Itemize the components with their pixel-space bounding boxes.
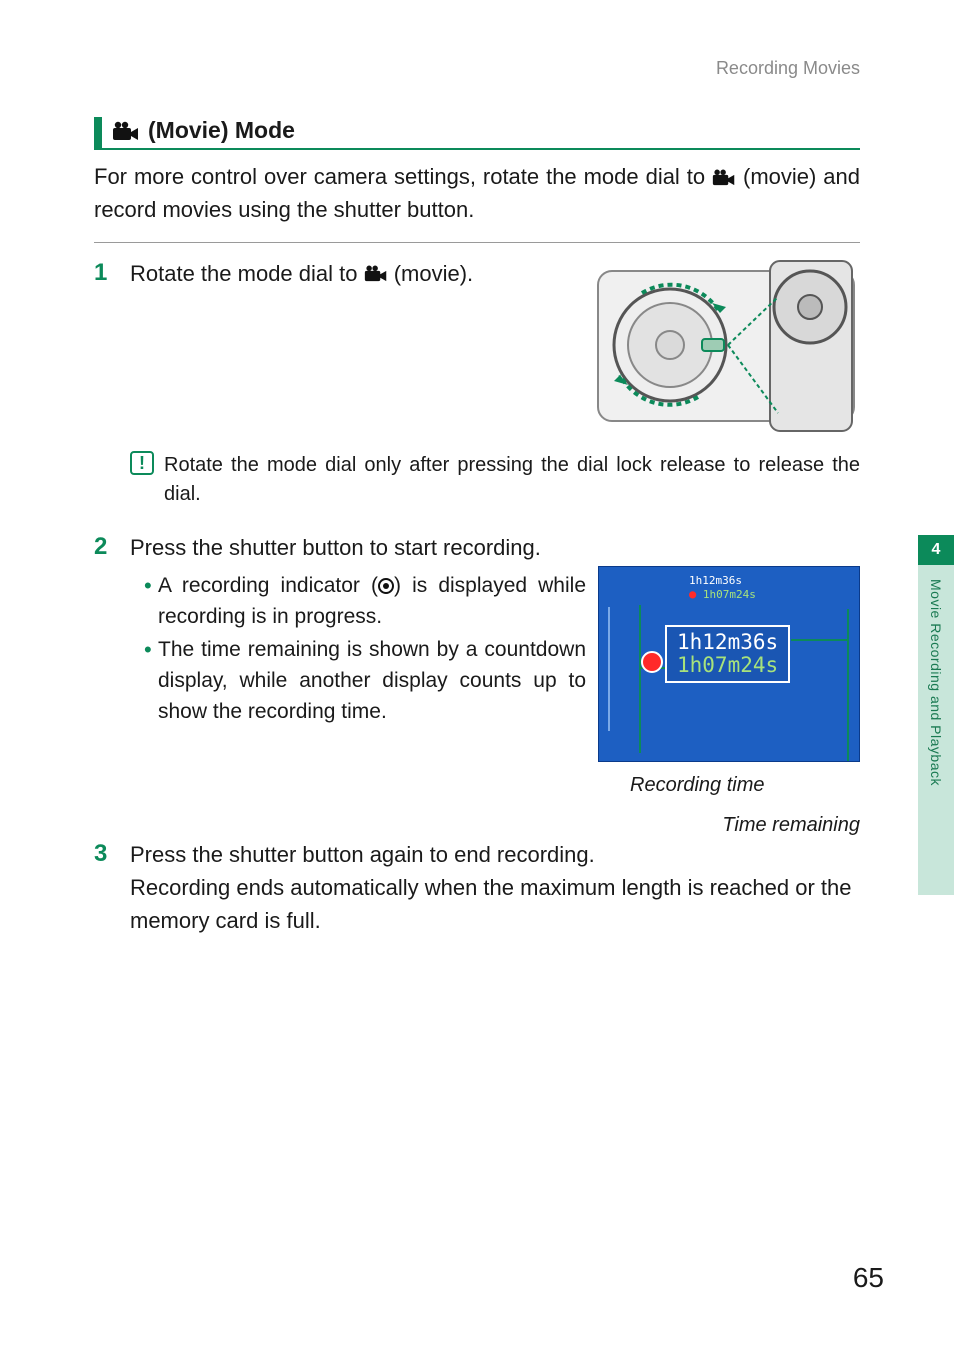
record-indicator-icon [378,578,394,594]
bullet-text: A recording indicator ( [158,574,378,597]
chapter-tab: 4 Movie Recording and Playback [918,535,954,895]
mic-level-meter [604,607,614,731]
time-remaining: 1h07m24s [677,654,778,677]
screen-callout: 1h12m36s 1h07m24s [665,625,790,683]
step2-bullets: A recording indicator () is displayed wh… [130,570,586,727]
movie-icon [364,259,388,277]
screen-figure: 1h12m36s ● 1h07m24s 1h12m36s 1h07m24s Re… [598,566,860,762]
figure-label-remaining: Time remaining [722,810,860,840]
page-number: 65 [853,1262,884,1294]
time-remaining-small: 1h07m24s [703,588,756,601]
step3-line2: Recording ends automatically when the ma… [130,871,860,937]
caution-icon: ! [130,451,154,475]
intro-text-1: For more control over camera settings, r… [94,164,712,189]
list-item: A recording indicator () is displayed wh… [144,570,586,632]
list-item: The time remaining is shown by a countdo… [144,634,586,727]
caution-note: ! Rotate the mode dial only after pressi… [130,451,860,509]
movie-icon [712,163,736,181]
step-number: 3 [94,838,118,937]
page-content: Recording Movies (Movie) Mode For more c… [0,0,954,1003]
camera-screen: 1h12m36s ● 1h07m24s 1h12m36s 1h07m24s [598,566,860,762]
step-number: 2 [94,531,118,762]
section-title-row: (Movie) Mode [94,117,860,150]
step2-heading: Press the shutter button to start record… [130,531,860,564]
breadcrumb: Recording Movies [94,58,860,79]
camera-illustration [592,257,860,435]
record-indicator-icon [641,651,663,673]
step-3: 3 Press the shutter button again to end … [94,838,860,937]
step-2: 2 Press the shutter button to start reco… [94,531,860,762]
step-number: 1 [94,257,118,419]
step-1: 1 Rotate the mode dial to (movie). [94,257,860,435]
screen-overlay-small: 1h12m36s ● 1h07m24s [689,575,756,601]
chapter-title: Movie Recording and Playback [928,565,944,786]
figure-label-recording: Recording time [630,770,765,800]
divider [94,242,860,243]
chapter-number: 4 [918,535,954,565]
time-recorded: 1h12m36s [677,631,778,654]
caution-text: Rotate the mode dial only after pressing… [164,451,860,509]
step1-text-b: (movie). [394,261,473,286]
intro-paragraph: For more control over camera settings, r… [94,160,860,226]
record-indicator-icon: ● [689,587,696,601]
step1-text-a: Rotate the mode dial to [130,261,364,286]
time-recorded-small: 1h12m36s [689,574,742,587]
movie-icon [112,120,140,142]
section-title: (Movie) Mode [148,117,295,144]
step3-line1: Press the shutter button again to end re… [130,838,860,871]
